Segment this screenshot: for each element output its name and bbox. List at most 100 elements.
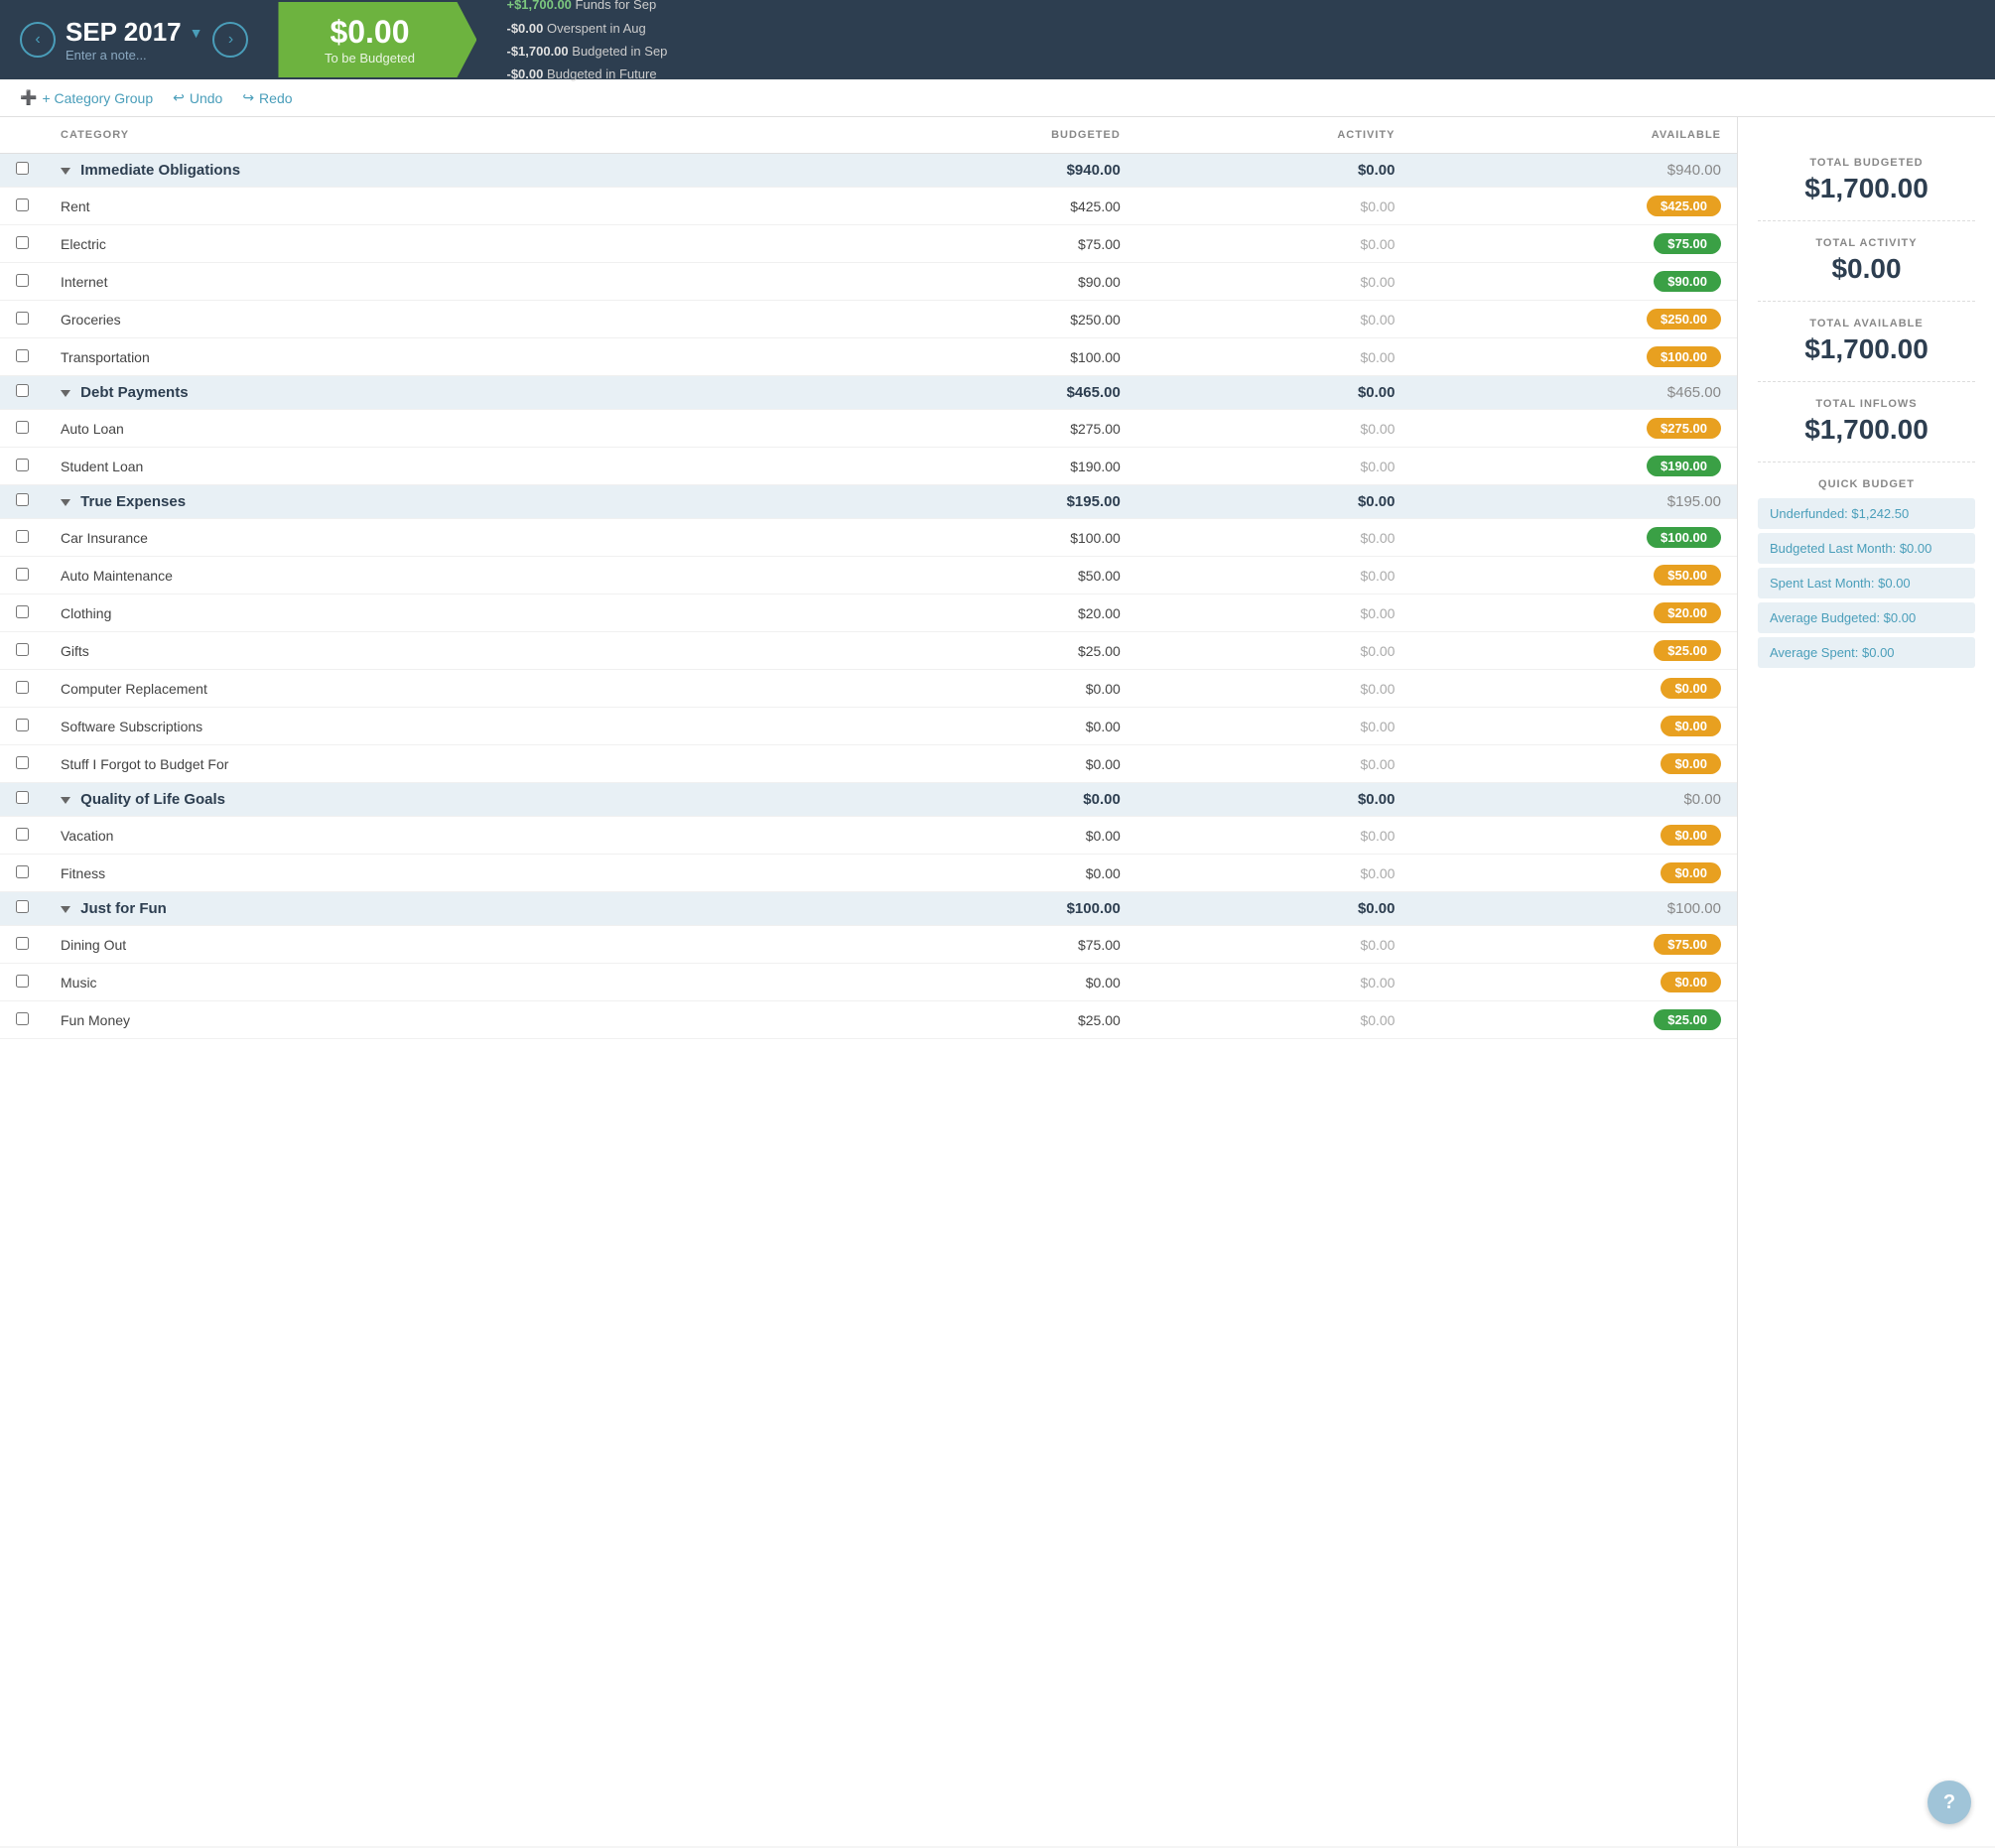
table-row[interactable]: Student Loan $190.00 $0.00 $190.00 xyxy=(0,448,1737,485)
cat-checkbox-cell[interactable] xyxy=(0,964,45,1001)
cat-checkbox-cell[interactable] xyxy=(0,519,45,557)
cat-budgeted-cell[interactable]: $75.00 xyxy=(827,926,1136,964)
cat-checkbox[interactable] xyxy=(16,937,29,950)
group-checkbox[interactable] xyxy=(16,384,29,397)
cat-checkbox-cell[interactable] xyxy=(0,338,45,376)
collapse-icon[interactable] xyxy=(61,499,70,506)
cat-budgeted-cell[interactable]: $250.00 xyxy=(827,301,1136,338)
table-row[interactable]: Rent $425.00 $0.00 $425.00 xyxy=(0,188,1737,225)
collapse-icon[interactable] xyxy=(61,168,70,175)
table-row[interactable]: Dining Out $75.00 $0.00 $75.00 xyxy=(0,926,1737,964)
group-checkbox[interactable] xyxy=(16,900,29,913)
cat-checkbox[interactable] xyxy=(16,865,29,878)
collapse-icon[interactable] xyxy=(61,390,70,397)
cat-budgeted-cell[interactable]: $0.00 xyxy=(827,817,1136,855)
group-checkbox-cell[interactable] xyxy=(0,376,45,410)
table-group-row[interactable]: True Expenses $195.00 $0.00 $195.00 xyxy=(0,485,1737,519)
next-month-button[interactable]: › xyxy=(212,22,248,58)
cat-checkbox[interactable] xyxy=(16,756,29,769)
undo-button[interactable]: ↩ Undo xyxy=(173,89,222,106)
cat-budgeted-cell[interactable]: $0.00 xyxy=(827,708,1136,745)
cat-checkbox-cell[interactable] xyxy=(0,708,45,745)
cat-checkbox[interactable] xyxy=(16,530,29,543)
cat-checkbox[interactable] xyxy=(16,459,29,471)
collapse-icon[interactable] xyxy=(61,797,70,804)
cat-budgeted-cell[interactable]: $100.00 xyxy=(827,519,1136,557)
cat-budgeted-cell[interactable]: $100.00 xyxy=(827,338,1136,376)
cat-budgeted-cell[interactable]: $0.00 xyxy=(827,964,1136,1001)
group-checkbox-cell[interactable] xyxy=(0,485,45,519)
table-row[interactable]: Stuff I Forgot to Budget For $0.00 $0.00… xyxy=(0,745,1737,783)
cat-budgeted-cell[interactable]: $90.00 xyxy=(827,263,1136,301)
cat-checkbox[interactable] xyxy=(16,198,29,211)
cat-checkbox-cell[interactable] xyxy=(0,1001,45,1039)
cat-budgeted-cell[interactable]: $0.00 xyxy=(827,855,1136,892)
quick-budget-item[interactable]: Average Budgeted: $0.00 xyxy=(1758,602,1975,633)
cat-checkbox[interactable] xyxy=(16,643,29,656)
table-row[interactable]: Vacation $0.00 $0.00 $0.00 xyxy=(0,817,1737,855)
cat-checkbox-cell[interactable] xyxy=(0,745,45,783)
quick-budget-item[interactable]: Average Spent: $0.00 xyxy=(1758,637,1975,668)
table-row[interactable]: Groceries $250.00 $0.00 $250.00 xyxy=(0,301,1737,338)
cat-budgeted-cell[interactable]: $20.00 xyxy=(827,594,1136,632)
quick-budget-item[interactable]: Underfunded: $1,242.50 xyxy=(1758,498,1975,529)
cat-checkbox[interactable] xyxy=(16,719,29,731)
cat-checkbox[interactable] xyxy=(16,975,29,988)
cat-budgeted-cell[interactable]: $275.00 xyxy=(827,410,1136,448)
group-budgeted[interactable]: $100.00 xyxy=(827,892,1136,926)
cat-budgeted-cell[interactable]: $50.00 xyxy=(827,557,1136,594)
group-checkbox-cell[interactable] xyxy=(0,892,45,926)
table-row[interactable]: Software Subscriptions $0.00 $0.00 $0.00 xyxy=(0,708,1737,745)
cat-checkbox[interactable] xyxy=(16,274,29,287)
cat-checkbox-cell[interactable] xyxy=(0,817,45,855)
quick-budget-item[interactable]: Spent Last Month: $0.00 xyxy=(1758,568,1975,598)
table-row[interactable]: Music $0.00 $0.00 $0.00 xyxy=(0,964,1737,1001)
cat-checkbox[interactable] xyxy=(16,236,29,249)
table-row[interactable]: Electric $75.00 $0.00 $75.00 xyxy=(0,225,1737,263)
cat-checkbox-cell[interactable] xyxy=(0,301,45,338)
table-row[interactable]: Transportation $100.00 $0.00 $100.00 xyxy=(0,338,1737,376)
cat-checkbox-cell[interactable] xyxy=(0,410,45,448)
help-button[interactable]: ? xyxy=(1928,1781,1971,1824)
cat-checkbox-cell[interactable] xyxy=(0,594,45,632)
note-input[interactable]: Enter a note... xyxy=(66,48,202,63)
table-row[interactable]: Fun Money $25.00 $0.00 $25.00 xyxy=(0,1001,1737,1039)
cat-budgeted-cell[interactable]: $75.00 xyxy=(827,225,1136,263)
cat-checkbox-cell[interactable] xyxy=(0,557,45,594)
cat-budgeted-cell[interactable]: $25.00 xyxy=(827,1001,1136,1039)
table-row[interactable]: Auto Maintenance $50.00 $0.00 $50.00 xyxy=(0,557,1737,594)
group-budgeted[interactable]: $940.00 xyxy=(827,154,1136,188)
group-checkbox-cell[interactable] xyxy=(0,783,45,817)
cat-budgeted-cell[interactable]: $190.00 xyxy=(827,448,1136,485)
add-category-group-button[interactable]: ➕ + Category Group xyxy=(20,89,153,106)
cat-checkbox-cell[interactable] xyxy=(0,188,45,225)
quick-budget-item[interactable]: Budgeted Last Month: $0.00 xyxy=(1758,533,1975,564)
month-dropdown-icon[interactable]: ▼ xyxy=(190,25,203,41)
table-group-row[interactable]: Just for Fun $100.00 $0.00 $100.00 xyxy=(0,892,1737,926)
cat-checkbox-cell[interactable] xyxy=(0,225,45,263)
group-checkbox[interactable] xyxy=(16,493,29,506)
table-group-row[interactable]: Immediate Obligations $940.00 $0.00 $940… xyxy=(0,154,1737,188)
cat-checkbox-cell[interactable] xyxy=(0,926,45,964)
cat-checkbox-cell[interactable] xyxy=(0,448,45,485)
redo-button[interactable]: ↪ Redo xyxy=(242,89,292,106)
group-budgeted[interactable]: $465.00 xyxy=(827,376,1136,410)
prev-month-button[interactable]: ‹ xyxy=(20,22,56,58)
cat-checkbox[interactable] xyxy=(16,349,29,362)
cat-budgeted-cell[interactable]: $25.00 xyxy=(827,632,1136,670)
table-row[interactable]: Clothing $20.00 $0.00 $20.00 xyxy=(0,594,1737,632)
collapse-icon[interactable] xyxy=(61,906,70,913)
group-checkbox-cell[interactable] xyxy=(0,154,45,188)
cat-checkbox-cell[interactable] xyxy=(0,670,45,708)
table-row[interactable]: Car Insurance $100.00 $0.00 $100.00 xyxy=(0,519,1737,557)
group-checkbox[interactable] xyxy=(16,162,29,175)
cat-checkbox[interactable] xyxy=(16,828,29,841)
cat-budgeted-cell[interactable]: $0.00 xyxy=(827,745,1136,783)
table-row[interactable]: Gifts $25.00 $0.00 $25.00 xyxy=(0,632,1737,670)
cat-checkbox[interactable] xyxy=(16,605,29,618)
cat-checkbox[interactable] xyxy=(16,1012,29,1025)
cat-checkbox[interactable] xyxy=(16,421,29,434)
table-group-row[interactable]: Quality of Life Goals $0.00 $0.00 $0.00 xyxy=(0,783,1737,817)
table-row[interactable]: Auto Loan $275.00 $0.00 $275.00 xyxy=(0,410,1737,448)
cat-budgeted-cell[interactable]: $425.00 xyxy=(827,188,1136,225)
